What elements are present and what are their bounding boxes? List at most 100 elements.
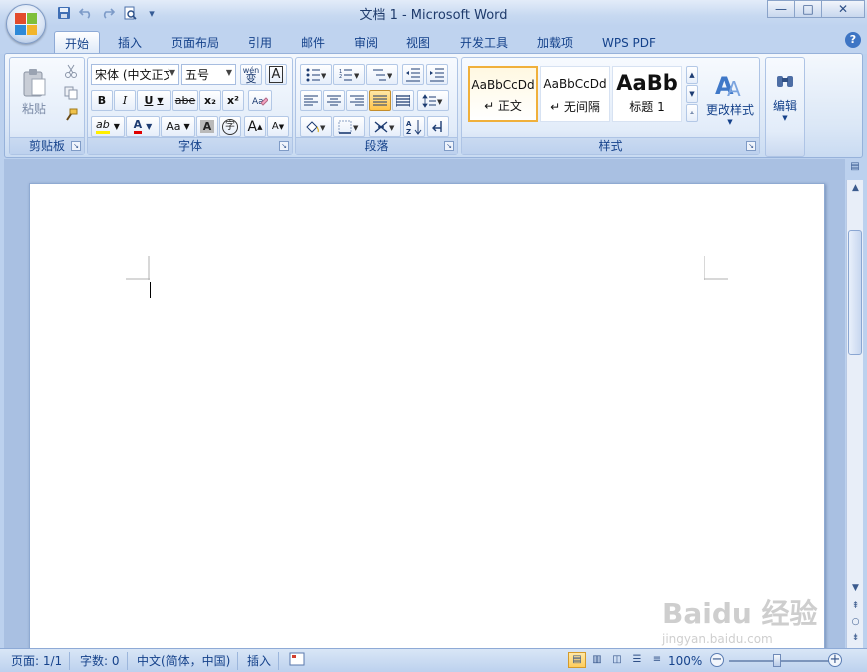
- gallery-up-icon[interactable]: ▲: [686, 66, 698, 84]
- save-icon[interactable]: [54, 4, 74, 22]
- highlight-icon: ab: [96, 119, 110, 134]
- tab-home[interactable]: 开始: [54, 31, 101, 54]
- phonetic-guide-button[interactable]: wén 变: [240, 64, 262, 85]
- previous-page-icon[interactable]: ⇞: [847, 598, 864, 614]
- format-painter-icon[interactable]: [60, 106, 82, 124]
- close-button[interactable]: ✕: [821, 0, 865, 18]
- line-spacing-icon: ▼: [422, 93, 443, 108]
- multilevel-list-button[interactable]: ▼: [366, 64, 398, 85]
- align-center-icon[interactable]: [323, 90, 345, 111]
- print-preview-icon[interactable]: [120, 4, 140, 22]
- chinese-layout-button[interactable]: ▼: [369, 116, 401, 137]
- copy-icon[interactable]: [60, 84, 82, 102]
- undo-icon[interactable]: [76, 4, 96, 22]
- paste-button[interactable]: 粘贴: [14, 62, 54, 122]
- full-screen-reading-view-icon[interactable]: ▥: [588, 652, 606, 668]
- justify-icon[interactable]: [369, 90, 391, 111]
- sort-icon[interactable]: AZ: [403, 116, 425, 137]
- align-left-icon[interactable]: [300, 90, 322, 111]
- shrink-font-button[interactable]: A ▼: [267, 116, 289, 137]
- change-case-button[interactable]: Aa ▼: [161, 116, 195, 137]
- scroll-down-icon[interactable]: ▼: [847, 580, 864, 596]
- tab-page-layout[interactable]: 页面布局: [161, 31, 229, 54]
- char-shading-button[interactable]: A: [196, 116, 218, 137]
- draft-view-icon[interactable]: ≡: [648, 652, 666, 668]
- underline-button[interactable]: U ▼: [137, 90, 171, 111]
- zoom-in-icon[interactable]: +: [828, 653, 842, 667]
- change-case-label: Aa: [166, 120, 181, 133]
- qat-customize-icon[interactable]: ▾: [142, 4, 162, 22]
- next-page-icon[interactable]: ⇟: [847, 630, 864, 646]
- minimize-button[interactable]: —: [767, 0, 795, 18]
- align-right-icon[interactable]: [346, 90, 368, 111]
- print-layout-view-icon[interactable]: ▤: [568, 652, 586, 668]
- italic-button[interactable]: I: [114, 90, 136, 111]
- font-color-button[interactable]: A ▼: [126, 116, 160, 137]
- editing-label: 编辑: [772, 98, 797, 113]
- highlight-button[interactable]: ab ▼: [91, 116, 125, 137]
- style-card-no-spacing[interactable]: AaBbCcDd ↵ 无间隔: [540, 66, 610, 122]
- help-icon[interactable]: ?: [845, 32, 861, 48]
- maximize-button[interactable]: □: [794, 0, 822, 18]
- svg-text:▼: ▼: [389, 124, 395, 132]
- gallery-more-icon[interactable]: ⩡: [686, 104, 698, 122]
- bullets-button[interactable]: ▼: [300, 64, 332, 85]
- tab-references[interactable]: 引用: [238, 31, 282, 54]
- numbering-button[interactable]: 1 2 ▼: [333, 64, 365, 85]
- tab-mailings[interactable]: 邮件: [291, 31, 335, 54]
- macro-record-icon[interactable]: [282, 652, 312, 670]
- scroll-thumb[interactable]: [848, 230, 862, 355]
- zoom-out-icon[interactable]: −: [710, 653, 724, 667]
- enclose-char-button[interactable]: 字: [219, 116, 241, 137]
- grow-font-button[interactable]: A ▲: [244, 116, 266, 137]
- clear-format-button[interactable]: Aa: [248, 90, 272, 111]
- decrease-indent-icon[interactable]: [402, 64, 424, 85]
- tab-wps-pdf[interactable]: WPS PDF: [592, 31, 666, 54]
- zoom-slider-thumb[interactable]: [773, 654, 781, 667]
- font-name-combo[interactable]: 宋体 (中文正文 ▼: [91, 64, 179, 85]
- document-page[interactable]: [29, 183, 825, 653]
- style-card-normal[interactable]: AaBbCcDd ↵ 正文: [468, 66, 538, 122]
- office-button[interactable]: [6, 4, 46, 44]
- char-shading-icon: A: [199, 120, 215, 133]
- superscript-button[interactable]: x²: [222, 90, 244, 111]
- strikethrough-button[interactable]: abe: [172, 90, 198, 111]
- style-card-heading-1[interactable]: AaBb 标题 1: [612, 66, 682, 122]
- clipboard-launcher-icon[interactable]: ↘: [71, 141, 81, 151]
- styles-launcher-icon[interactable]: ↘: [746, 141, 756, 151]
- bold-button[interactable]: B: [91, 90, 113, 111]
- tab-developer[interactable]: 开发工具: [450, 31, 518, 54]
- char-border-button[interactable]: A: [265, 64, 287, 85]
- increase-indent-icon[interactable]: [426, 64, 448, 85]
- borders-button[interactable]: ▼: [333, 116, 365, 137]
- editing-button[interactable]: 编辑 ▼: [767, 64, 803, 130]
- subscript-button[interactable]: x₂: [199, 90, 221, 111]
- page-count[interactable]: 页面: 1/1: [4, 652, 71, 670]
- change-styles-button[interactable]: AA 更改样式 ▼: [702, 62, 758, 132]
- font-size-combo[interactable]: 五号 ▼: [181, 64, 236, 85]
- paragraph-launcher-icon[interactable]: ↘: [444, 141, 454, 151]
- word-count[interactable]: 字数: 0: [73, 652, 128, 670]
- ruler-toggle-icon[interactable]: ▤: [847, 161, 863, 177]
- gallery-down-icon[interactable]: ▼: [686, 85, 698, 103]
- tab-addins[interactable]: 加载项: [527, 31, 583, 54]
- redo-icon[interactable]: [98, 4, 118, 22]
- chevron-down-icon: ▼: [168, 68, 175, 77]
- cut-icon[interactable]: [60, 62, 82, 80]
- scroll-up-icon[interactable]: ▲: [847, 180, 864, 196]
- tab-view[interactable]: 视图: [396, 31, 440, 54]
- tab-insert[interactable]: 插入: [108, 31, 152, 54]
- zoom-level[interactable]: 100%: [668, 652, 702, 670]
- language-indicator[interactable]: 中文(简体，中国): [130, 652, 239, 670]
- shading-button[interactable]: ▼: [300, 116, 332, 137]
- line-spacing-button[interactable]: ▼: [417, 90, 449, 111]
- vertical-scrollbar[interactable]: ▲ ▼ ⇞ ○ ⇟: [846, 180, 863, 648]
- distributed-icon[interactable]: [392, 90, 414, 111]
- font-launcher-icon[interactable]: ↘: [279, 141, 289, 151]
- outline-view-icon[interactable]: ☰: [628, 652, 646, 668]
- tab-review[interactable]: 审阅: [344, 31, 388, 54]
- show-marks-icon[interactable]: [427, 116, 449, 137]
- browse-object-icon[interactable]: ○: [847, 614, 864, 630]
- web-layout-view-icon[interactable]: ◫: [608, 652, 626, 668]
- insert-mode[interactable]: 插入: [240, 652, 280, 670]
